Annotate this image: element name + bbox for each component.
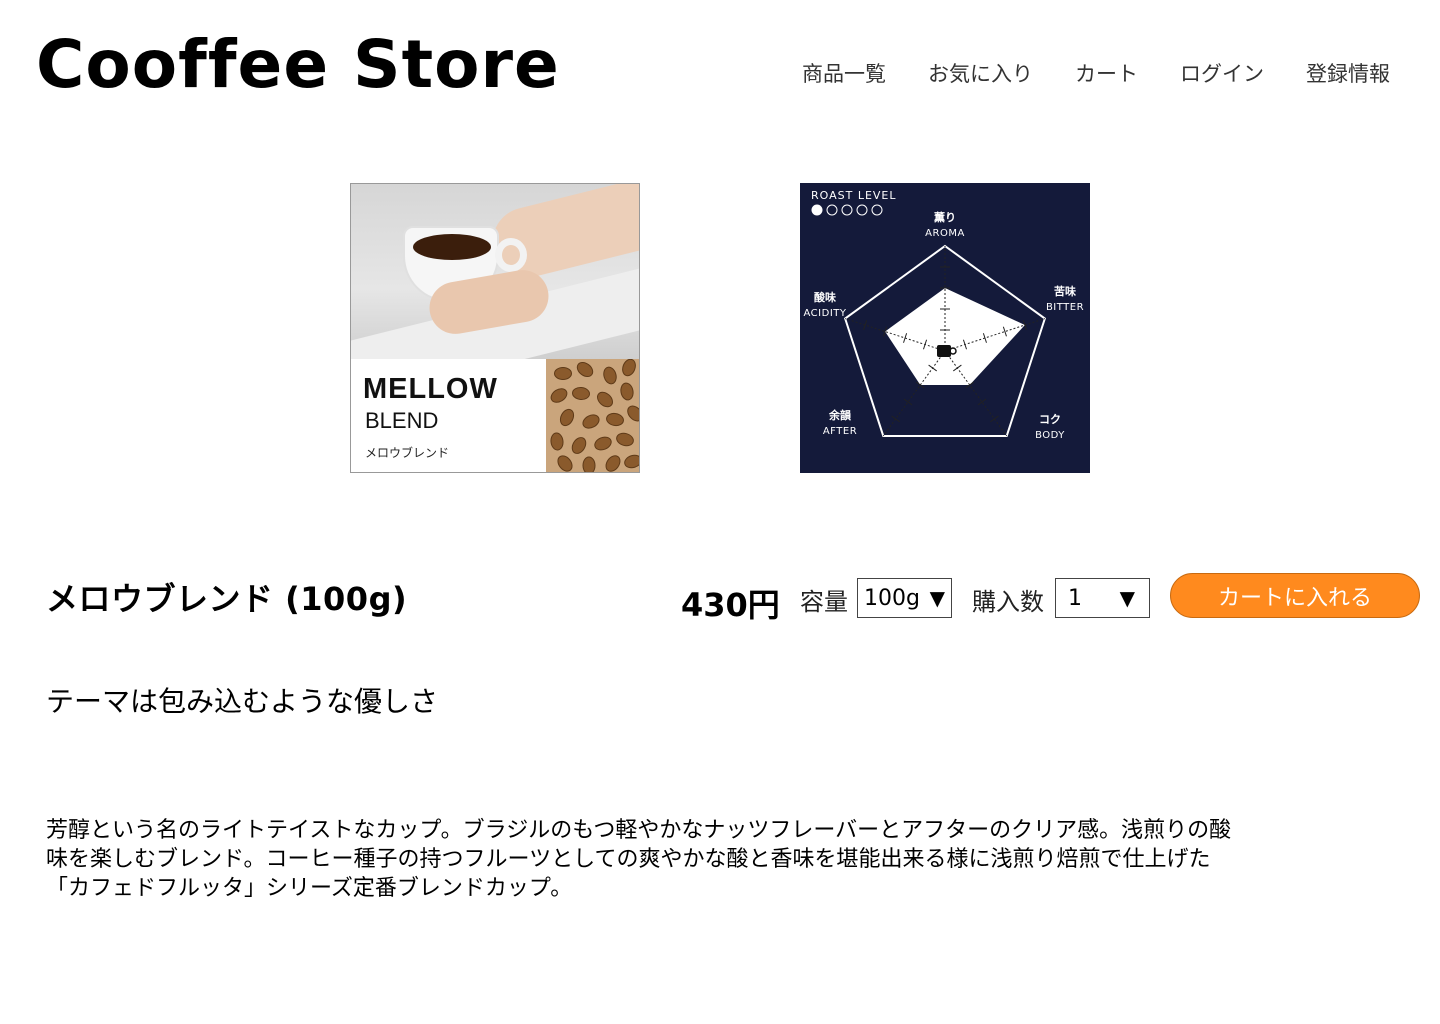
product-photo [351, 184, 639, 359]
axis-label-jp: 薫り [934, 210, 956, 224]
axis-label-en: AROMA [925, 228, 965, 239]
coffee-bean [554, 452, 576, 472]
axis-label-jp: 苦味 [1054, 284, 1076, 298]
nav-item-products[interactable]: 商品一覧 [802, 58, 886, 88]
coffee-bean [582, 456, 596, 472]
coffee-bean [614, 430, 636, 449]
roast-level-indicator [811, 204, 883, 216]
radar-tick [891, 415, 900, 423]
roast-bean-icon [856, 204, 868, 216]
coffee-bean [601, 365, 619, 386]
product-description: 芳醇という名のライトテイストなカップ。ブラジルのもつ軽やかなナッツフレーバーとア… [46, 818, 1232, 901]
axis-label-en: AFTER [823, 426, 857, 437]
capacity-value: 100g [864, 585, 920, 611]
product-theme: テーマは包み込むような優しさ [46, 685, 439, 718]
quantity-value: 1 [1068, 585, 1082, 611]
label-title: MELLOW [363, 373, 498, 405]
axis-label-jp: 余韻 [828, 408, 852, 422]
flavor-radar-chart: ROAST LEVEL 薫り AROMA 苦味 BITTER コク BODY 余韻 AFTER… [804, 189, 1084, 441]
roast-bean-icon [841, 204, 853, 216]
coffee-bean [547, 385, 571, 406]
coffee-bean [622, 452, 639, 471]
coffee-bean [593, 388, 617, 411]
coffee-bean [571, 386, 591, 401]
radar-tick [990, 415, 999, 423]
coffee-bean [618, 381, 636, 402]
capacity-label: 容量 [800, 588, 848, 616]
radar-grid [843, 244, 1047, 437]
nav-item-cart[interactable]: カート [1075, 58, 1138, 88]
axis-label-jp: コク [1039, 413, 1061, 426]
quantity-label: 購入数 [972, 588, 1044, 616]
coffee-bean [602, 452, 624, 472]
product-image: MELLOW BLEND メロウブレンド [350, 183, 640, 473]
coffee-bean [592, 434, 614, 453]
coffee-beans-image [546, 359, 639, 472]
axis-label-en: BODY [1035, 430, 1065, 441]
product-title: メロウブレンド (100g) [46, 580, 408, 618]
roast-bean-icon [871, 204, 883, 216]
nav-item-login[interactable]: ログイン [1180, 58, 1264, 88]
axis-label-en: ACIDITY [804, 308, 847, 319]
roast-bean-icon [826, 204, 838, 216]
nav-item-favorites[interactable]: お気に入り [928, 58, 1033, 88]
quantity-select[interactable]: 1 ▼ [1055, 578, 1150, 618]
roast-level-label: ROAST LEVEL [811, 189, 897, 202]
label-subtitle: BLEND [365, 408, 439, 433]
coffee-bean [580, 411, 602, 432]
nav-item-account[interactable]: 登録情報 [1306, 58, 1390, 88]
add-to-cart-button[interactable]: カートに入れる [1170, 573, 1420, 618]
axis-label-en: BITTER [1046, 302, 1084, 313]
coffee-bean [624, 402, 639, 425]
coffee-bean [554, 367, 572, 380]
coffee-bean [549, 431, 565, 452]
radar-tick [903, 398, 913, 406]
coffee-bean [619, 359, 639, 379]
roast-bean-icon [811, 204, 823, 216]
product-price: 430円 [681, 586, 780, 624]
product-label: MELLOW BLEND メロウブレンド [351, 359, 546, 472]
dropdown-arrow-icon: ▼ [929, 586, 945, 610]
store-logo[interactable]: Cooffee Store [36, 26, 560, 103]
axis-label-jp: 酸味 [814, 290, 836, 304]
coffee-bean [573, 359, 597, 381]
dropdown-arrow-icon: ▼ [1119, 586, 1135, 610]
coffee-bean [557, 406, 577, 429]
coffee-bean [568, 434, 590, 457]
coffee-bean [605, 411, 625, 428]
flavor-chart-image: ROAST LEVEL 薫り AROMA 苦味 BITTER コク BODY 余韻 AFTER… [800, 183, 1090, 473]
coffee-cup-icon [937, 345, 951, 357]
capacity-select[interactable]: 100g ▼ [857, 578, 952, 618]
label-jp-name: メロウブレンド [365, 446, 450, 460]
radar-tick [977, 398, 987, 406]
main-nav: 商品一覧 お気に入り カート ログイン 登録情報 [802, 58, 1390, 88]
